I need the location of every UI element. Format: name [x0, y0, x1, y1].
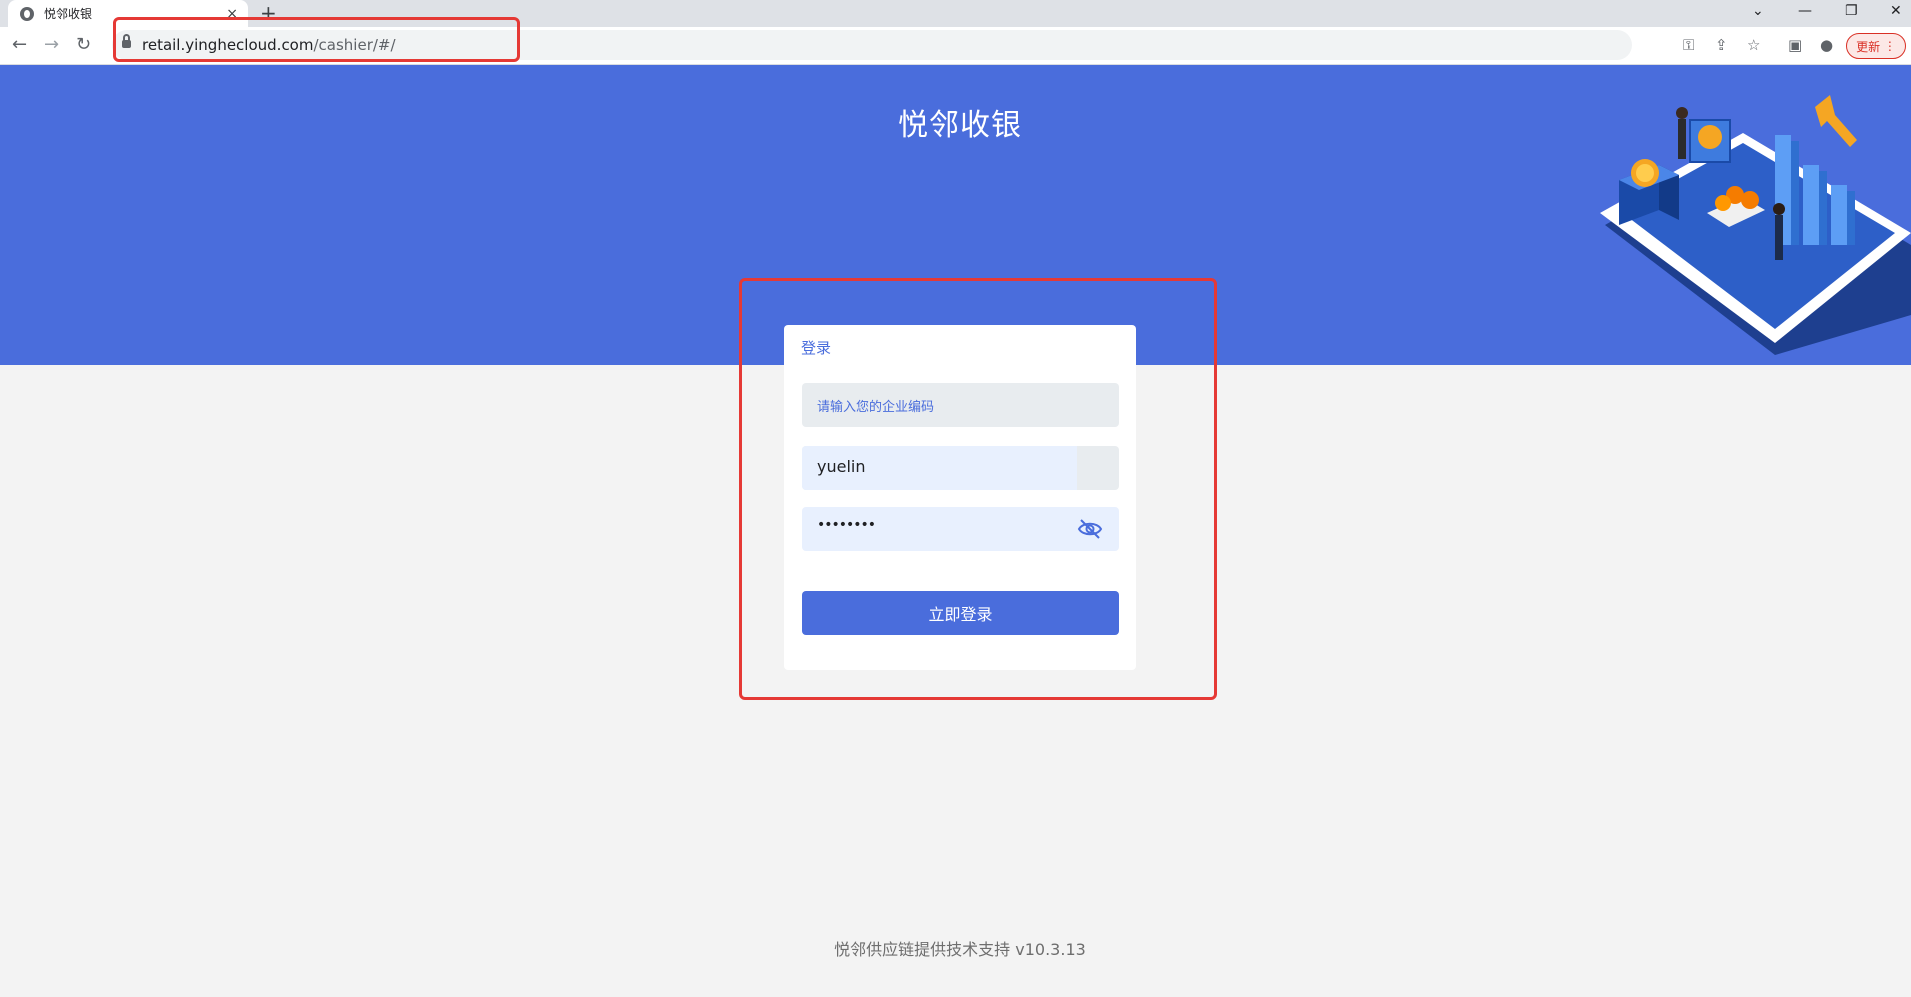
update-button[interactable]: 更新 ⋮ — [1846, 33, 1906, 59]
login-submit-label: 立即登录 — [928, 605, 993, 624]
restore-icon[interactable]: ❐ — [1845, 2, 1858, 20]
login-submit-button[interactable]: 立即登录 — [802, 591, 1119, 635]
update-label: 更新 — [1856, 39, 1881, 54]
company-code-input[interactable]: 请输入您的企业编码 — [802, 383, 1119, 427]
reload-icon[interactable]: ↻ — [76, 35, 91, 55]
key-icon[interactable]: ⚿ — [1683, 37, 1694, 53]
share-icon[interactable]: ⇪ — [1715, 37, 1728, 53]
password-input[interactable]: •••••••• — [802, 507, 1119, 551]
username-value: yuelin — [817, 457, 866, 476]
url-highlight-box — [113, 17, 520, 62]
login-title: 登录 — [801, 339, 832, 357]
username-input[interactable]: yuelin — [802, 446, 1119, 490]
star-icon[interactable]: ☆ — [1747, 37, 1760, 53]
profile-icon[interactable]: ● — [1820, 37, 1833, 53]
company-code-placeholder: 请输入您的企业编码 — [817, 400, 935, 415]
forward-icon[interactable]: → — [44, 35, 59, 55]
password-value: •••••••• — [817, 517, 876, 533]
eye-slash-icon[interactable] — [1077, 517, 1103, 541]
side-panel-icon[interactable]: ▣ — [1788, 37, 1802, 53]
tab-search-icon[interactable]: ⌄ — [1752, 2, 1764, 20]
globe-icon — [20, 6, 34, 21]
footer-text: 悦邻供应链提供技术支持 v10.3.13 — [834, 940, 1086, 959]
finance-illustration-icon — [1600, 95, 1911, 355]
minimize-icon[interactable]: — — [1798, 2, 1812, 20]
back-icon[interactable]: ← — [12, 35, 27, 55]
login-card: 登录 请输入您的企业编码 yuelin •••••••• 立即登录 — [784, 325, 1136, 670]
close-window-icon[interactable]: ✕ — [1890, 2, 1902, 20]
